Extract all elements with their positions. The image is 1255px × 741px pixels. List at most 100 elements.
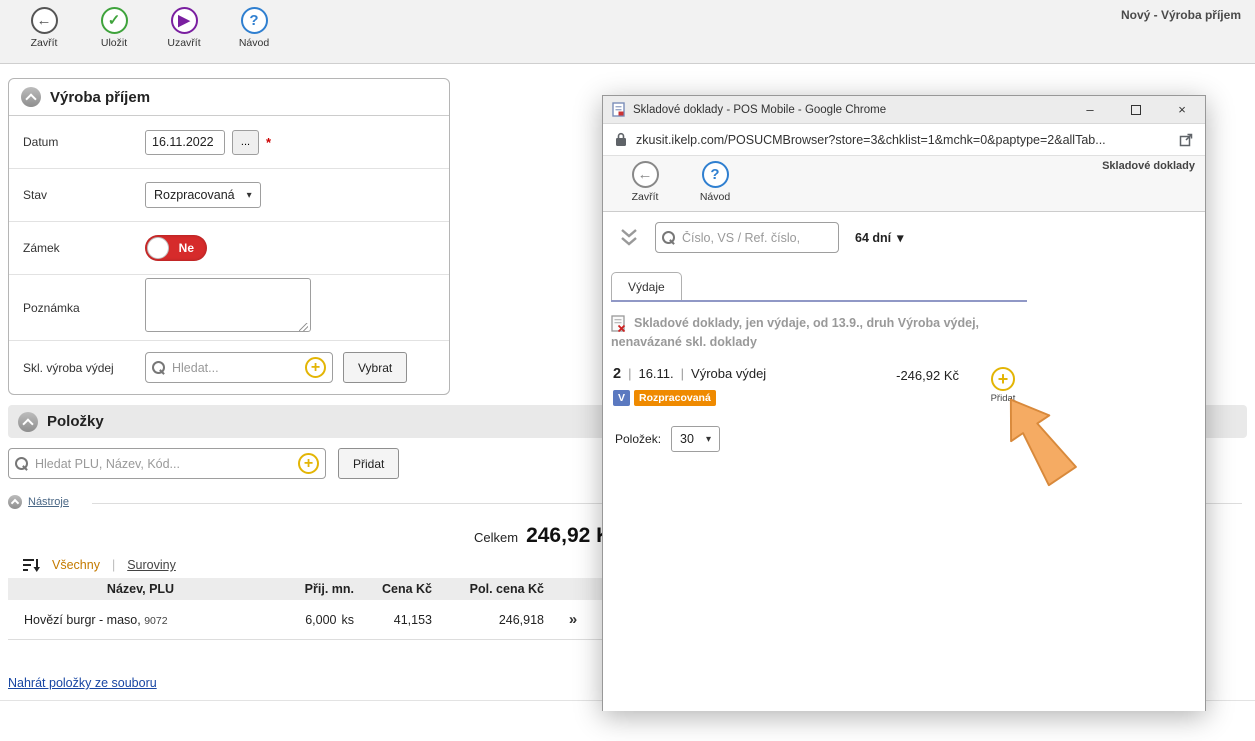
search-icon [662, 231, 676, 245]
document-row[interactable]: 2 | 16.11. | Výroba výdej [613, 366, 766, 382]
maximize-button[interactable] [1113, 96, 1159, 123]
finalize-button[interactable]: ▶ Uzavřít [156, 7, 212, 49]
minimize-button[interactable]: – [1067, 96, 1113, 123]
popup-close-label: Zavřít [632, 191, 659, 203]
caret-down-icon: ▾ [897, 230, 903, 245]
caret-down-icon: ▾ [706, 434, 711, 445]
add-icon[interactable]: + [298, 453, 319, 474]
sort-icon[interactable] [22, 556, 40, 574]
pridat-button[interactable]: Přidat [338, 448, 399, 479]
doc-search-input[interactable] [682, 231, 832, 245]
add-document-button[interactable]: + Přidat [989, 367, 1017, 404]
items-search-box: + [8, 448, 326, 479]
url-bar[interactable]: zkusit.ikelp.com/POSUCMBrowser?store=3&c… [603, 124, 1205, 156]
col-name: Název, PLU [8, 582, 273, 596]
item-total: 246,918 [436, 613, 548, 627]
back-icon: ← [632, 161, 659, 188]
filter-suroviny[interactable]: Suroviny [127, 558, 176, 572]
items-search-row: + Přidat [8, 448, 399, 479]
doc-type-badge: V [613, 390, 630, 406]
doc-search-box [655, 222, 839, 253]
window-titlebar[interactable]: Skladové doklady - POS Mobile - Google C… [603, 96, 1205, 124]
favicon-icon [612, 102, 626, 117]
close-button-label: Zavřít [31, 37, 58, 49]
popup-close-button[interactable]: ← Zavřít [617, 161, 673, 211]
stav-select[interactable]: Rozpracovaná ▾ [145, 182, 261, 208]
row-detail-chevron[interactable]: » [548, 611, 598, 628]
question-icon: ? [241, 7, 268, 34]
separator: | [628, 366, 631, 381]
item-plu: 9072 [144, 615, 167, 627]
item-qty-cell: 6,000 ks [273, 613, 358, 627]
col-price: Cena Kč [358, 582, 436, 596]
add-button-label: Přidat [991, 393, 1016, 404]
zamek-label: Zámek [23, 241, 145, 255]
page-title: Nový - Výroba příjem [1121, 8, 1241, 22]
tools-link[interactable]: Nástroje [28, 496, 69, 508]
datum-picker-button[interactable]: ... [232, 130, 259, 155]
load-items-link[interactable]: Nahrát položky ze souboru [8, 676, 157, 690]
stav-row: Stav Rozpracovaná ▾ [9, 169, 449, 222]
datum-label: Datum [23, 135, 145, 149]
skl-search-input[interactable] [172, 361, 299, 375]
period-value: 64 dní [855, 231, 891, 245]
add-icon[interactable]: + [305, 357, 326, 378]
collapse-icon [8, 495, 22, 509]
item-name: Hovězí burgr - maso, [24, 613, 141, 627]
close-button[interactable]: ← Zavřít [16, 7, 72, 49]
main-toolbar-buttons: ← Zavřít ✓ Uložit ▶ Uzavřít ? Návod [0, 0, 1255, 49]
doc-amount: -246,92 Kč [851, 368, 959, 383]
datum-input[interactable] [145, 130, 225, 155]
item-price: 41,153 [358, 613, 436, 627]
skl-search-box: + [145, 352, 333, 383]
total-block: Celkem 246,92 Kč [474, 524, 623, 548]
chrome-popup-window: Skladové doklady - POS Mobile - Google C… [602, 95, 1206, 711]
expand-filters-icon[interactable] [619, 228, 639, 248]
tab-vydaje[interactable]: Výdaje [611, 272, 682, 300]
toggle-knob [147, 237, 169, 259]
items-search-input[interactable] [35, 457, 292, 471]
filter-all[interactable]: Všechny [52, 558, 100, 572]
stav-value: Rozpracovaná [154, 188, 235, 202]
form-section-header[interactable]: Výroba příjem [9, 79, 449, 116]
popup-help-button[interactable]: ? Návod [687, 161, 743, 211]
save-button-label: Uložit [101, 37, 127, 49]
poznamka-label: Poznámka [23, 301, 145, 315]
status-badge: Rozpracovaná [634, 390, 716, 406]
search-icon [152, 361, 166, 375]
filter-info: Skladové doklady, jen výdaje, od 13.9., … [611, 314, 1053, 353]
help-button-label: Návod [239, 37, 269, 49]
search-icon [15, 457, 29, 471]
skl-label: Skl. výroba výdej [23, 361, 145, 375]
doc-type: Výroba výdej [691, 366, 766, 381]
main-toolbar: ← Zavřít ✓ Uložit ▶ Uzavřít ? Návod Nový… [0, 0, 1255, 64]
popup-toolbar: ← Zavřít ? Návod Skladové doklady [603, 156, 1205, 212]
poznamka-row: Poznámka [9, 275, 449, 341]
item-name-cell: Hovězí burgr - maso, 9072 [8, 613, 273, 627]
stav-label: Stav [23, 188, 145, 202]
note-field-wrap [145, 278, 311, 337]
filter-info-text: Skladové doklady, jen výdaje, od 13.9., … [611, 316, 979, 349]
open-in-new-icon[interactable] [1179, 133, 1193, 147]
note-field[interactable] [145, 278, 311, 332]
datum-row: Datum ... * [9, 116, 449, 169]
lock-icon [615, 132, 627, 147]
window-title: Skladové doklady - POS Mobile - Google C… [633, 104, 886, 116]
add-icon: + [991, 367, 1015, 391]
tools-link-row: Nástroje [8, 495, 69, 509]
form-section-title: Výroba příjem [50, 89, 150, 106]
items-per-page-label: Položek: [615, 432, 661, 446]
period-select[interactable]: 64 dní ▾ [855, 230, 903, 245]
doc-badges: V Rozpracovaná [613, 390, 716, 406]
window-close-button[interactable]: × [1159, 96, 1205, 123]
help-button[interactable]: ? Návod [226, 7, 282, 49]
table-header-row: Název, PLU Přij. mn. Cena Kč Pol. cena K… [8, 578, 613, 600]
table-row[interactable]: Hovězí burgr - maso, 9072 6,000 ks 41,15… [8, 600, 613, 640]
items-per-page-select[interactable]: 30 ▾ [671, 426, 720, 452]
save-button[interactable]: ✓ Uložit [86, 7, 142, 49]
popup-page-title: Skladové doklady [1102, 160, 1195, 172]
lock-toggle[interactable]: Ne [145, 235, 207, 261]
required-mark: * [266, 135, 271, 150]
url-text: zkusit.ikelp.com/POSUCMBrowser?store=3&c… [636, 133, 1170, 147]
vybrat-button[interactable]: Vybrat [343, 352, 407, 383]
